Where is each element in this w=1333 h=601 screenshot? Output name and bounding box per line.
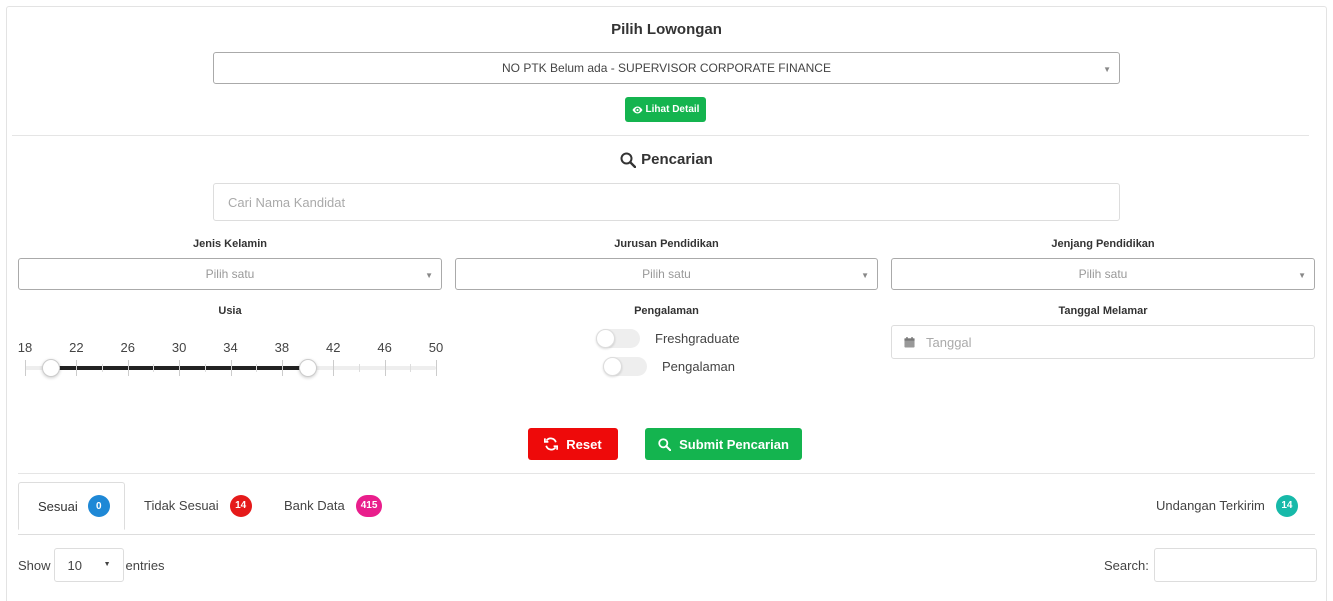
count-badge: 0	[87, 495, 110, 517]
age-range-slider[interactable]: 18 22 26 30 34 38 42 46 50	[18, 338, 443, 382]
slider-tick-mark	[281, 360, 283, 376]
slider-minor-tick	[410, 364, 412, 372]
major-select-value: Pilih satu	[642, 267, 691, 281]
entries-select-value: 10	[67, 557, 82, 573]
slider-tick-mark	[436, 360, 437, 376]
search-icon	[620, 152, 637, 168]
pengalaman-label: Pengalaman	[662, 359, 735, 374]
lihat-detail-button[interactable]: Lihat Detail	[625, 97, 706, 122]
slider-tick-label: 50	[428, 340, 444, 355]
slider-handle-max[interactable]	[298, 359, 317, 377]
slider-minor-tick	[153, 364, 155, 372]
slider-tick-label: 26	[120, 340, 135, 355]
table-search-input[interactable]	[1153, 548, 1317, 582]
candidate-search-input[interactable]: Cari Nama Kandidat	[213, 183, 1120, 221]
eye-icon	[632, 106, 643, 113]
lihat-detail-label: Lihat Detail	[645, 104, 700, 115]
slider-tick-mark	[76, 360, 78, 376]
level-select[interactable]: Pilih satu ▼	[891, 258, 1315, 290]
tab-sesuai-label: Sesuai	[38, 498, 78, 514]
slider-tick-label: 18	[17, 340, 33, 355]
slider-tick-mark	[127, 360, 129, 376]
slider-tick-label: 34	[223, 340, 238, 355]
major-label: Jurusan Pendidikan	[614, 238, 719, 250]
tab-sesuai[interactable]: Sesuai 0	[18, 482, 125, 530]
divider	[18, 473, 1315, 474]
candidate-search-placeholder: Cari Nama Kandidat	[228, 194, 346, 210]
tabs-baseline	[18, 534, 1315, 535]
freshgraduate-toggle[interactable]	[596, 329, 640, 348]
tab-tidak-sesuai-label: Tidak Sesuai	[144, 498, 219, 513]
count-badge: 14	[229, 494, 252, 517]
tab-undangan-terkirim-label: Undangan Terkirim	[1156, 498, 1265, 513]
slider-tick-label: 22	[69, 340, 84, 355]
vacancy-select[interactable]: NO PTK Belum ada - SUPERVISOR CORPORATE …	[213, 52, 1120, 84]
calendar-icon	[904, 336, 915, 348]
tab-tidak-sesuai[interactable]: Tidak Sesuai 14	[144, 482, 252, 529]
entries-control: Show 10 ▼ entries	[18, 548, 165, 582]
vacancy-title: Pilih Lowongan	[611, 21, 722, 38]
slider-minor-tick	[256, 364, 258, 372]
chevron-down-icon: ▼	[425, 271, 433, 280]
submit-search-label: Submit Pencarian	[679, 436, 789, 452]
slider-tick-mark	[25, 360, 26, 376]
search-title: Pencarian	[641, 151, 713, 168]
refresh-icon	[544, 437, 559, 451]
freshgraduate-label: Freshgraduate	[655, 331, 740, 346]
search-icon	[658, 437, 672, 451]
search-section-title: Pencarian	[0, 151, 1333, 168]
chevron-down-icon: ▼	[861, 271, 869, 280]
slider-minor-tick	[204, 364, 206, 372]
chevron-down-icon: ▼	[1103, 65, 1111, 74]
slider-tick-label: 38	[274, 340, 290, 355]
toggle-knob	[603, 357, 622, 376]
freshgraduate-toggle-row[interactable]: Freshgraduate	[596, 329, 740, 348]
count-badge: 415	[355, 494, 383, 517]
gender-select-value: Pilih satu	[205, 267, 255, 281]
pengalaman-toggle-row[interactable]: Pengalaman	[603, 357, 735, 376]
reset-button[interactable]: Reset	[528, 428, 618, 460]
entries-select[interactable]: 10 ▼	[53, 548, 124, 582]
show-label: Show	[18, 557, 51, 573]
toggle-knob	[596, 329, 615, 348]
tab-bank-data[interactable]: Bank Data 415	[284, 482, 383, 529]
slider-tick-mark	[384, 360, 386, 376]
slider-tick-mark	[333, 360, 335, 376]
slider-tick-label: 46	[377, 340, 392, 355]
age-label: Usia	[218, 305, 242, 317]
slider-minor-tick	[358, 364, 360, 372]
vacancy-select-value: NO PTK Belum ada - SUPERVISOR CORPORATE …	[502, 61, 831, 75]
gender-select[interactable]: Pilih satu ▼	[18, 258, 442, 290]
pengalaman-toggle[interactable]	[603, 357, 647, 376]
level-label: Jenjang Pendidikan	[1051, 238, 1155, 250]
submit-search-button[interactable]: Submit Pencarian	[645, 428, 802, 460]
reset-label: Reset	[566, 436, 602, 452]
chevron-down-icon: ▼	[1298, 271, 1306, 280]
apply-date-label: Tanggal Melamar	[1058, 305, 1148, 317]
apply-date-input[interactable]: Tanggal	[891, 325, 1315, 359]
slider-tick-mark	[230, 360, 232, 376]
tab-bank-data-label: Bank Data	[284, 498, 345, 513]
gender-label: Jenis Kelamin	[193, 238, 267, 250]
divider	[12, 135, 1309, 136]
experience-label: Pengalaman	[634, 305, 699, 317]
apply-date-placeholder: Tanggal	[926, 334, 972, 350]
slider-tick-label: 30	[171, 340, 187, 355]
entries-label: entries	[125, 557, 165, 573]
table-search-label: Search:	[1104, 557, 1149, 573]
slider-tick-label: 42	[326, 340, 341, 355]
caret-down-icon: ▼	[103, 561, 111, 568]
level-select-value: Pilih satu	[1078, 267, 1128, 281]
tab-undangan-terkirim[interactable]: Undangan Terkirim 14	[1156, 482, 1298, 529]
slider-minor-tick	[102, 364, 104, 372]
count-badge: 14	[1275, 494, 1298, 517]
major-select[interactable]: Pilih satu ▼	[455, 258, 878, 290]
slider-tick-mark	[179, 360, 181, 376]
table-search-control: Search:	[1104, 548, 1317, 582]
slider-handle-min[interactable]	[41, 359, 60, 377]
